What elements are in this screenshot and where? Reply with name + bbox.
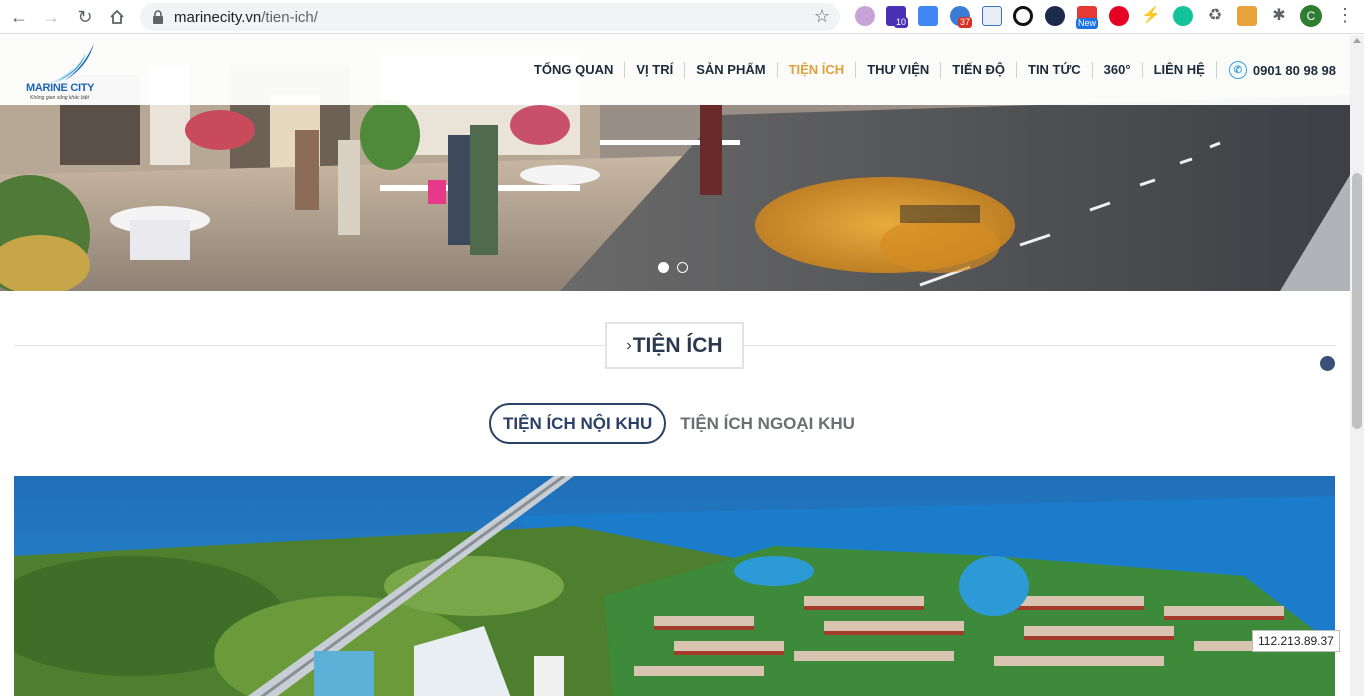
aerial-masterplan-image — [14, 476, 1335, 696]
extension-badge: New — [1076, 18, 1099, 29]
profile-avatar[interactable]: C — [1300, 5, 1322, 27]
page-scrollbar[interactable] — [1350, 35, 1364, 696]
lock-icon — [153, 10, 163, 24]
forward-icon[interactable]: → — [38, 4, 64, 30]
extension-icon[interactable] — [1237, 6, 1257, 26]
menu-item-tien-ich[interactable]: TIỆN ÍCH — [776, 62, 856, 78]
logo-wordmark: MARINE CITY — [26, 82, 95, 94]
page-viewport: MARINE CITY Không gian sống khác biệt TỔ… — [0, 35, 1350, 696]
logo-tagline: Không gian sống khác biệt — [30, 95, 89, 101]
home-icon[interactable] — [104, 4, 130, 30]
scrollbar-thumb[interactable] — [1352, 173, 1362, 429]
back-icon[interactable]: ← — [6, 4, 32, 30]
tab-noi-khu[interactable]: TIỆN ÍCH NỘI KHU — [489, 403, 667, 444]
grammarly-icon[interactable] — [1173, 6, 1193, 26]
amenity-tabs: TIỆN ÍCH NỘI KHU TIỆN ÍCH NGOẠI KHU — [489, 403, 869, 444]
pinterest-icon[interactable] — [1109, 6, 1129, 26]
menu-item-360[interactable]: 360° — [1091, 62, 1142, 78]
puzzle-icon[interactable]: ✱ — [1269, 6, 1289, 26]
section-nav-dot[interactable] — [1320, 356, 1335, 371]
scroll-up-icon[interactable] — [1353, 38, 1361, 43]
main-menu: TỔNG QUAN VỊ TRÍ SẢN PHẨM TIỆN ÍCH THƯ V… — [523, 61, 1336, 79]
menu-item-thu-vien[interactable]: THƯ VIỆN — [855, 62, 940, 78]
reload-icon[interactable]: ↻ — [72, 4, 98, 30]
extension-icon[interactable] — [855, 6, 875, 26]
slider-dot-2[interactable] — [677, 262, 688, 273]
menu-item-lien-he[interactable]: LIÊN HỆ — [1141, 62, 1216, 78]
menu-item-san-pham[interactable]: SẢN PHẨM — [684, 62, 776, 78]
phone-icon: ✆ — [1228, 61, 1247, 79]
menu-item-tin-tuc[interactable]: TIN TỨC — [1016, 62, 1092, 78]
section-title: › TIỆN ÍCH — [605, 322, 744, 369]
chevron-right-icon: › — [626, 336, 632, 354]
phone-number: 0901 80 98 98 — [1252, 62, 1336, 78]
menu-item-tien-do[interactable]: TIẾN ĐỘ — [940, 62, 1016, 78]
tab-ngoai-khu[interactable]: TIỆN ÍCH NGOẠI KHU — [666, 403, 869, 444]
bookmark-star-icon[interactable]: ☆ — [814, 6, 830, 27]
extension-icon[interactable] — [982, 6, 1002, 26]
address-bar[interactable]: marinecity.vn/tien-ich/ ☆ — [140, 3, 840, 31]
extension-badge: 37 — [958, 17, 973, 28]
menu-item-vi-tri[interactable]: VỊ TRÍ — [624, 62, 684, 78]
bolt-icon[interactable]: ⚡ — [1141, 6, 1161, 26]
site-header: MARINE CITY Không gian sống khác biệt TỔ… — [0, 35, 1350, 105]
browser-toolbar: ← → ↻ marinecity.vn/tien-ich/ ☆ 10 37 Ne… — [0, 0, 1364, 34]
extension-icon[interactable] — [1045, 6, 1065, 26]
translate-icon[interactable] — [918, 6, 938, 26]
slider-dot-1[interactable] — [658, 262, 669, 273]
phone-link[interactable]: ✆ 0901 80 98 98 — [1215, 61, 1336, 79]
url-text: marinecity.vn/tien-ich/ — [174, 9, 318, 26]
ip-address-badge: 112.213.89.37 — [1252, 630, 1340, 652]
extension-badge: 10 — [894, 17, 909, 28]
slider-dots — [658, 262, 688, 273]
menu-kebab-icon[interactable]: ⋮ — [1336, 5, 1354, 26]
recycle-icon[interactable]: ♻ — [1205, 6, 1225, 26]
sync-icon[interactable] — [1013, 6, 1033, 26]
menu-item-tong-quan[interactable]: TỔNG QUAN — [523, 62, 624, 78]
aerial-image — [14, 476, 1335, 696]
